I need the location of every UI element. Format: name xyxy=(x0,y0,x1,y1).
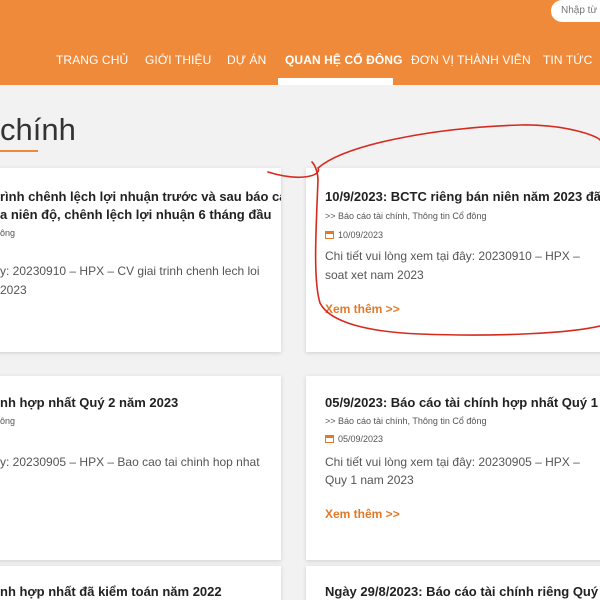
news-card: Ngày 29/8/2023: Báo cáo tài chính riêng … xyxy=(306,566,600,600)
card-date: 05/09/2023 xyxy=(325,434,383,444)
calendar-icon xyxy=(325,435,334,443)
news-card: 05/9/2023: Báo cáo tài chính hợp nhất Qu… xyxy=(306,376,600,560)
card-excerpt-line-2: 2023 xyxy=(0,283,27,297)
card-title[interactable]: 05/9/2023: Báo cáo tài chính hợp nhất Qu… xyxy=(325,394,600,412)
card-excerpt: Chi tiết vui lòng xem tại đây: 20230910 … xyxy=(325,249,580,263)
active-tab-indicator xyxy=(278,78,393,85)
card-title[interactable]: nh hợp nhất Quý 2 năm 2023 xyxy=(0,394,178,412)
news-card: nh hợp nhất Quý 2 năm 2023 ông y: 202309… xyxy=(0,376,281,560)
calendar-icon xyxy=(325,231,334,239)
card-date: 10/09/2023 xyxy=(325,230,383,240)
card-title-line-2[interactable]: a niên độ, chênh lệch lợi nhuận 6 tháng … xyxy=(0,206,271,224)
card-category[interactable]: >> Báo cáo tài chính, Thông tin Cổ đông xyxy=(325,416,486,426)
page-title: chính xyxy=(0,112,76,147)
search-input[interactable]: Nhập từ k xyxy=(551,0,600,22)
card-category[interactable]: >> Báo cáo tài chính, Thông tin Cổ đông xyxy=(325,211,486,221)
title-underline xyxy=(0,150,38,152)
card-title[interactable]: rình chênh lệch lợi nhuận trước và sau b… xyxy=(0,188,281,206)
card-title[interactable]: 10/9/2023: BCTC riêng bán niên năm 2023 … xyxy=(325,188,600,206)
news-card: rình chênh lệch lợi nhuận trước và sau b… xyxy=(0,168,281,352)
nav-item-tin-tuc[interactable]: TIN TỨC xyxy=(543,53,592,67)
news-card: 10/9/2023: BCTC riêng bán niên năm 2023 … xyxy=(306,168,600,352)
read-more-link[interactable]: Xem thêm >> xyxy=(325,507,400,521)
read-more-link[interactable]: Xem thêm >> xyxy=(325,302,400,316)
news-card: nh hợp nhất đã kiểm toán năm 2022 xyxy=(0,566,281,600)
card-category[interactable]: ông xyxy=(0,228,15,238)
nav-item-don-vi-thanh-vien[interactable]: ĐƠN VỊ THÀNH VIÊN xyxy=(411,53,531,67)
card-excerpt-line-2: Quy 1 nam 2023 xyxy=(325,473,414,487)
card-excerpt: Chi tiết vui lòng xem tại đây: 20230905 … xyxy=(325,455,580,469)
nav-item-gioi-thieu[interactable]: GIỚI THIỆU xyxy=(145,53,211,67)
card-title[interactable]: nh hợp nhất đã kiểm toán năm 2022 xyxy=(0,583,222,600)
card-excerpt: y: 20230905 – HPX – Bao cao tai chinh ho… xyxy=(0,455,260,469)
card-excerpt-line-2: soat xet nam 2023 xyxy=(325,268,424,282)
card-excerpt: y: 20230910 – HPX – CV giai trinh chenh … xyxy=(0,264,260,278)
nav-item-du-an[interactable]: DỰ ÁN xyxy=(227,53,266,67)
nav-item-quan-he-co-dong[interactable]: QUAN HỆ CỔ ĐÔNG xyxy=(285,53,403,67)
nav-item-trang-chu[interactable]: TRANG CHỦ xyxy=(56,53,128,67)
card-title[interactable]: Ngày 29/8/2023: Báo cáo tài chính riêng … xyxy=(325,583,600,600)
card-category[interactable]: ông xyxy=(0,416,15,426)
site-header xyxy=(0,0,600,85)
